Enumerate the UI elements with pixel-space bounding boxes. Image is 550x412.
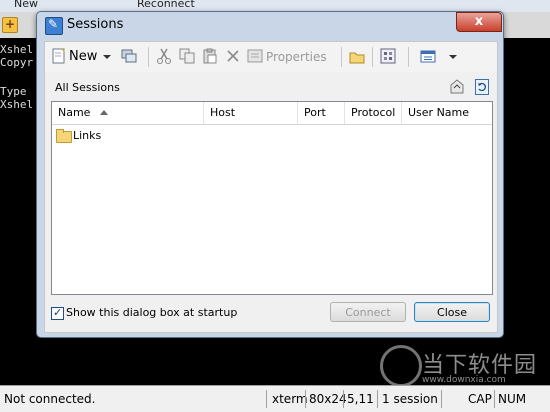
caps-lock-indicator: CAP <box>468 392 492 406</box>
paste-icon[interactable] <box>202 48 218 64</box>
terminal-size: 80x24 <box>309 392 347 406</box>
new-session-icon[interactable] <box>51 48 67 64</box>
properties-button[interactable]: Properties <box>266 47 327 67</box>
folder-icon <box>56 129 72 143</box>
view-chevron-down-icon[interactable] <box>449 48 457 68</box>
sessions-list[interactable]: Name Host Port Protocol User Name Links <box>51 101 493 295</box>
terminal-scrollbar[interactable] <box>537 38 550 385</box>
sessions-dialog: Sessions x New Properties <box>36 11 504 338</box>
column-header-name[interactable]: Name <box>52 102 204 124</box>
folder-path: All Sessions <box>55 81 120 94</box>
column-header-port[interactable]: Port <box>298 102 345 124</box>
startup-checkbox-label: Show this dialog box at startup <box>66 306 238 319</box>
close-button[interactable]: Close <box>414 302 490 322</box>
refresh-icon[interactable] <box>475 79 489 95</box>
dialog-title: Sessions <box>67 17 124 32</box>
watermark: 当下软件园 www.downxia.com <box>380 345 540 387</box>
save-session-icon[interactable] <box>121 48 137 64</box>
up-folder-icon[interactable] <box>449 79 465 95</box>
folder-path-bar: All Sessions <box>51 79 491 97</box>
cut-icon[interactable] <box>156 48 172 64</box>
column-header-username[interactable]: User Name <box>402 102 492 124</box>
properties-icon[interactable] <box>247 48 263 64</box>
connect-button[interactable]: Connect <box>330 302 406 322</box>
terminal-line: Xshel <box>0 98 34 111</box>
connection-status: Not connected. <box>4 392 96 406</box>
list-item-label: Links <box>73 129 102 142</box>
num-lock-indicator: NUM <box>498 392 527 406</box>
watermark-logo-icon <box>380 345 422 387</box>
delete-icon[interactable] <box>225 48 241 64</box>
dialog-toolbar: New Properties <box>44 41 498 73</box>
view-icon[interactable] <box>420 49 436 65</box>
checkbox-checked-icon[interactable] <box>51 305 64 321</box>
column-header-host[interactable]: Host <box>204 102 298 124</box>
copy-icon[interactable] <box>179 48 195 64</box>
chevron-down-icon[interactable] <box>103 48 111 68</box>
app-new-button[interactable]: New <box>14 0 38 10</box>
watermark-url: www.downxia.com <box>422 375 506 385</box>
cursor-position: 5,11 <box>347 392 374 406</box>
new-button[interactable]: New <box>69 47 97 67</box>
terminal-line: Xshel <box>0 43 34 56</box>
terminal-line: Type <box>0 85 27 98</box>
column-header-protocol[interactable]: Protocol <box>345 102 402 124</box>
status-bar: Not connected. xterm 80x24 5,11 1 sessio… <box>0 385 550 412</box>
session-options-icon[interactable] <box>380 48 396 64</box>
list-header: Name Host Port Protocol User Name <box>52 102 492 125</box>
terminal-line: Copyr <box>0 56 34 69</box>
new-folder-icon[interactable] <box>349 49 365 65</box>
add-tab-button[interactable]: + <box>2 17 18 33</box>
sort-ascending-icon <box>100 110 108 115</box>
app-reconnect-button[interactable]: Reconnect <box>137 0 195 10</box>
session-count: 1 session <box>382 392 438 406</box>
terminal-type: xterm <box>272 392 308 406</box>
dialog-body: All Sessions Name Host Port Protocol Use… <box>44 72 498 333</box>
close-icon[interactable]: x <box>456 12 502 32</box>
sessions-icon <box>45 17 63 35</box>
